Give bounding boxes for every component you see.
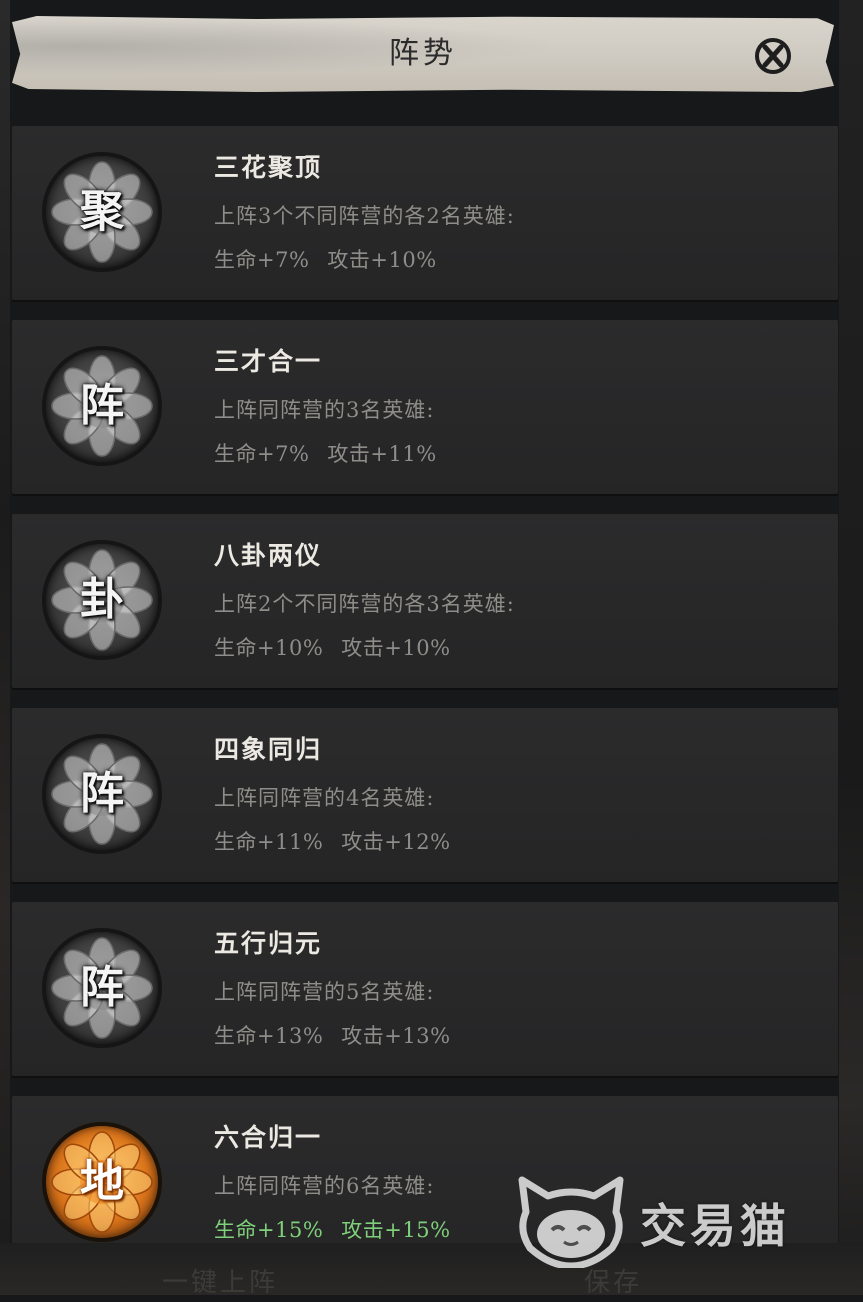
emblem-character: 阵 <box>80 380 124 431</box>
formation-description: 上阵同阵营的3名英雄: <box>214 398 435 422</box>
lotus-emblem-icon: 卦 <box>46 544 158 656</box>
formation-description: 上阵2个不同阵营的各3名英雄: <box>214 592 515 616</box>
formation-title: 三才合一 <box>214 347 323 376</box>
auto-deploy-button[interactable]: 一键上阵 <box>162 1262 278 1302</box>
hp-bonus: 生命+7% <box>214 248 310 272</box>
formation-title: 八卦两仪 <box>214 541 323 570</box>
hp-bonus: 生命+13% <box>214 1024 324 1048</box>
formation-stats: 生命+13% 攻击+13% <box>214 1020 469 1050</box>
attack-bonus: 攻击+11% <box>327 442 437 466</box>
save-button[interactable]: 保存 <box>584 1262 642 1302</box>
emblem-character: 地 <box>80 1156 124 1207</box>
formation-title: 四象同归 <box>214 735 323 764</box>
attack-bonus: 攻击+10% <box>341 636 451 660</box>
hp-bonus: 生命+7% <box>214 442 310 466</box>
cat-logo-icon <box>518 1176 624 1268</box>
dialog-header: 阵势 <box>12 16 834 92</box>
formation-card[interactable]: 阵 五行归元上阵同阵营的5名英雄: 生命+13% 攻击+13% <box>12 902 838 1076</box>
formation-stats: 生命+11% 攻击+12% <box>214 826 469 856</box>
emblem-character: 阵 <box>80 768 124 819</box>
lotus-emblem-icon: 阵 <box>46 738 158 850</box>
formation-card[interactable]: 聚 三花聚顶上阵3个不同阵营的各2名英雄: 生命+7% 攻击+10% <box>12 126 838 300</box>
attack-bonus: 攻击+10% <box>327 248 437 272</box>
formation-stats: 生命+15% 攻击+15% <box>214 1214 469 1244</box>
emblem-character: 聚 <box>80 186 124 237</box>
hp-bonus: 生命+15% <box>214 1218 324 1242</box>
dialog-title: 阵势 <box>389 36 457 71</box>
formation-title: 三花聚顶 <box>214 153 323 182</box>
lotus-emblem-icon: 阵 <box>46 350 158 462</box>
formation-description: 上阵同阵营的4名英雄: <box>214 786 435 810</box>
formation-description: 上阵同阵营的6名英雄: <box>214 1174 435 1198</box>
formation-stats: 生命+7% 攻击+11% <box>214 438 455 468</box>
emblem-character: 阵 <box>80 962 124 1013</box>
lotus-emblem-icon: 聚 <box>46 156 158 268</box>
attack-bonus: 攻击+13% <box>341 1024 451 1048</box>
background-right-edge <box>839 0 863 1295</box>
formation-card[interactable]: 阵 三才合一上阵同阵营的3名英雄: 生命+7% 攻击+11% <box>12 320 838 494</box>
attack-bonus: 攻击+15% <box>341 1218 451 1242</box>
formation-card[interactable]: 卦 八卦两仪上阵2个不同阵营的各3名英雄: 生命+10% 攻击+10% <box>12 514 838 688</box>
background-left-edge <box>0 0 10 1295</box>
formation-description: 上阵同阵营的5名英雄: <box>214 980 435 1004</box>
watermark: 交易猫 <box>512 1172 842 1268</box>
attack-bonus: 攻击+12% <box>341 830 451 854</box>
emblem-character: 卦 <box>80 574 124 625</box>
hp-bonus: 生命+10% <box>214 636 324 660</box>
lotus-emblem-icon: 阵 <box>46 932 158 1044</box>
close-button[interactable] <box>750 35 796 77</box>
formation-description: 上阵3个不同阵营的各2名英雄: <box>214 204 515 228</box>
formation-stats: 生命+7% 攻击+10% <box>214 244 455 274</box>
formation-stats: 生命+10% 攻击+10% <box>214 632 469 662</box>
formation-title: 五行归元 <box>214 929 323 958</box>
formation-card[interactable]: 阵 四象同归上阵同阵营的4名英雄: 生命+11% 攻击+12% <box>12 708 838 882</box>
watermark-text: 交易猫 <box>640 1199 790 1253</box>
lotus-emblem-icon: 地 <box>46 1126 158 1238</box>
formation-title: 六合归一 <box>214 1123 323 1152</box>
close-x-icon <box>755 38 791 74</box>
hp-bonus: 生命+11% <box>214 830 324 854</box>
